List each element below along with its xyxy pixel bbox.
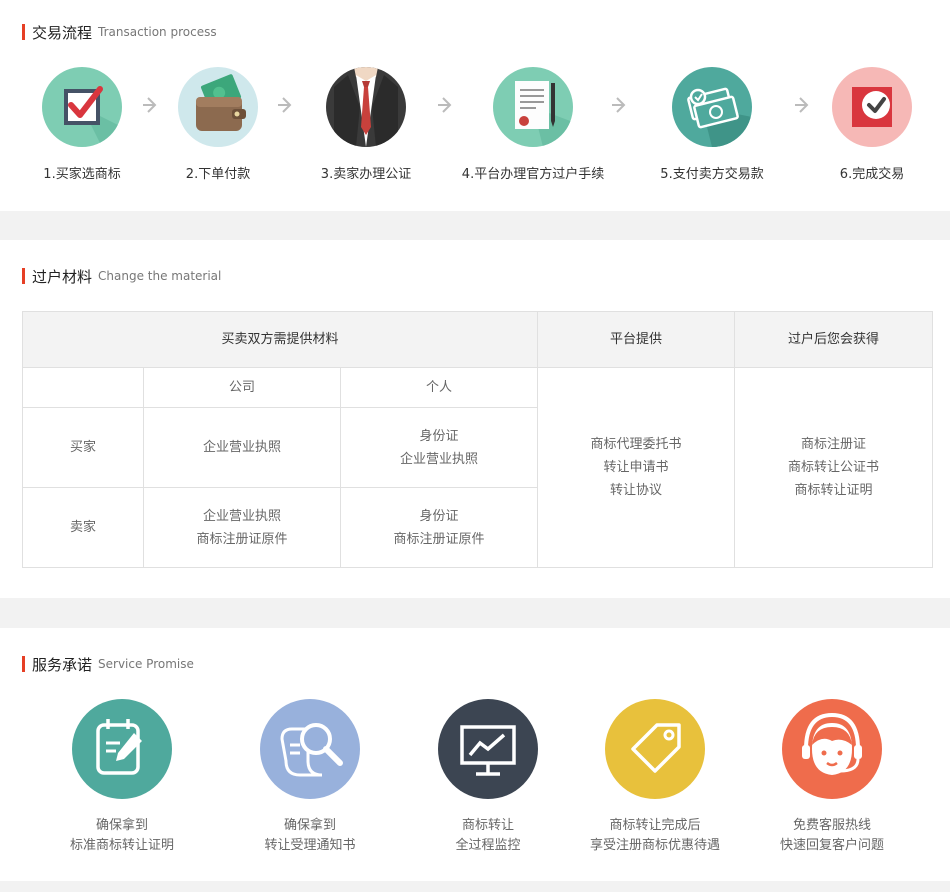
promise-line-1: 免费客服热线 bbox=[792, 818, 871, 833]
buyer-company-cell: 企业营业执照 bbox=[143, 407, 341, 488]
promise-subtitle: Service Promise bbox=[98, 657, 194, 671]
headset-icon bbox=[782, 699, 882, 799]
material-subtitle: Change the material bbox=[98, 269, 222, 283]
monitor-icon bbox=[438, 699, 538, 799]
suit-icon bbox=[326, 67, 406, 147]
step-label: 4.平台办理官方过户手续 bbox=[461, 167, 605, 182]
promise-heading: 服务承诺 Service Promise bbox=[22, 655, 194, 674]
after-item: 商标转让证明 bbox=[794, 483, 873, 498]
process-subtitle: Transaction process bbox=[98, 25, 217, 39]
tag-icon bbox=[605, 699, 705, 799]
seller-individual-item: 身份证 bbox=[419, 508, 459, 524]
seller-label: 卖家 bbox=[22, 487, 144, 568]
seller-company-item: 商标注册证原件 bbox=[196, 531, 288, 547]
promise-item-1: 确保拿到 标准商标转让证明 bbox=[12, 699, 232, 856]
seller-individual-cell: 身份证 商标注册证原件 bbox=[339, 487, 539, 568]
step-label: 3.卖家办理公证 bbox=[320, 167, 412, 182]
buyer-individual-item: 企业营业执照 bbox=[400, 451, 479, 467]
header-platform: 平台提供 bbox=[537, 311, 736, 368]
promise-title: 服务承诺 bbox=[32, 655, 93, 674]
after-item: 商标转让公证书 bbox=[788, 460, 880, 475]
document-icon bbox=[493, 67, 573, 147]
step-label: 6.完成交易 bbox=[839, 167, 905, 182]
after-item: 商标注册证 bbox=[801, 437, 867, 452]
buyer-individual-cell: 身份证 企业营业执照 bbox=[339, 407, 539, 488]
notepad-icon bbox=[72, 699, 172, 799]
magnifier-icon bbox=[260, 699, 360, 799]
subheader-individual: 个人 bbox=[339, 367, 539, 408]
heading-accent-bar bbox=[22, 656, 25, 672]
done-icon bbox=[832, 67, 912, 147]
empty-cell bbox=[22, 367, 144, 408]
material-heading: 过户材料 Change the material bbox=[22, 267, 222, 286]
seller-individual-item: 商标注册证原件 bbox=[393, 531, 485, 547]
seller-company-item: 企业营业执照 bbox=[202, 508, 281, 524]
promise-line-2: 标准商标转让证明 bbox=[69, 838, 174, 853]
service-promise-section: 服务承诺 Service Promise 确保拿到 标准商标转让证明 确保拿到 … bbox=[0, 628, 950, 881]
header-both-parties: 买卖双方需提供材料 bbox=[21, 311, 539, 368]
material-table: 买卖双方需提供材料 平台提供 过户后您会获得 公司 个人 商标代理委托书 转让申… bbox=[21, 311, 934, 568]
material-title: 过户材料 bbox=[32, 267, 93, 286]
heading-accent-bar bbox=[22, 24, 25, 40]
process-heading: 交易流程 Transaction process bbox=[22, 23, 217, 42]
header-after: 过户后您会获得 bbox=[734, 311, 934, 368]
process-step-4: 4.平台办理官方过户手续 bbox=[443, 67, 623, 182]
process-step-6: 6.完成交易 bbox=[782, 67, 950, 182]
heading-accent-bar bbox=[22, 268, 25, 284]
promise-line-2: 快速回复客户问题 bbox=[779, 838, 884, 853]
platform-item: 转让申请书 bbox=[603, 460, 669, 475]
subheader-company: 公司 bbox=[143, 367, 341, 408]
table-subheader-row: 公司 个人 商标代理委托书 转让申请书 转让协议 商标注册证 商标转让公证书 商… bbox=[22, 367, 934, 568]
money-icon bbox=[672, 67, 752, 147]
platform-item: 转让协议 bbox=[610, 483, 663, 498]
promise-line-1: 确保拿到 bbox=[95, 818, 148, 833]
process-title: 交易流程 bbox=[32, 23, 93, 42]
material-section: 过户材料 Change the material 买卖双方需提供材料 平台提供 … bbox=[0, 240, 950, 598]
process-step-5: 5.支付卖方交易款 bbox=[622, 67, 802, 182]
wallet-icon bbox=[178, 67, 258, 147]
promise-item-5: 免费客服热线 快速回复客户问题 bbox=[722, 699, 942, 856]
after-materials-cell: 商标注册证 商标转让公证书 商标转让证明 bbox=[734, 367, 934, 568]
buyer-individual-item: 身份证 bbox=[419, 428, 459, 444]
seller-company-cell: 企业营业执照 商标注册证原件 bbox=[143, 487, 341, 568]
table-header-row: 买卖双方需提供材料 平台提供 过户后您会获得 bbox=[21, 311, 934, 368]
process-step-3: 3.卖家办理公证 bbox=[276, 67, 456, 182]
platform-item: 商标代理委托书 bbox=[590, 437, 682, 452]
transaction-process-section: 交易流程 Transaction process 1.买家选商标 2.下单付款 … bbox=[0, 0, 950, 211]
checkbox-icon bbox=[42, 67, 122, 147]
platform-materials-cell: 商标代理委托书 转让申请书 转让协议 bbox=[537, 367, 736, 568]
step-label: 5.支付卖方交易款 bbox=[660, 167, 764, 182]
buyer-label: 买家 bbox=[22, 407, 144, 488]
